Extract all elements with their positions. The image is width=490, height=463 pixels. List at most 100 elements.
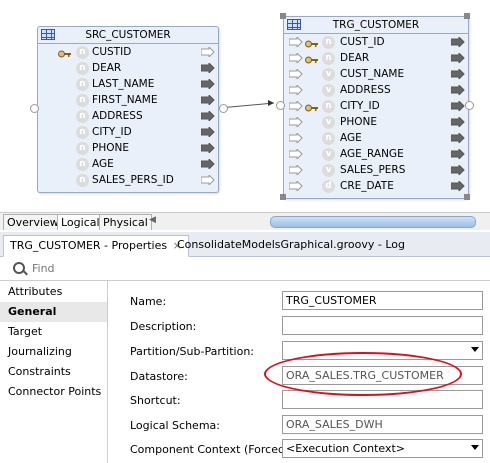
trg-attribute-row[interactable]: n AGE	[284, 130, 468, 146]
trg-attribute-row[interactable]: v AGE_RANGE	[284, 146, 468, 162]
output-arrow-icon[interactable]	[450, 35, 465, 49]
src-attribute-row[interactable]: n CITY_ID	[38, 124, 218, 140]
output-arrow-icon[interactable]	[450, 99, 465, 113]
nav-target[interactable]: Target	[0, 322, 107, 342]
src-attribute-row[interactable]: n ADDRESS	[38, 108, 218, 124]
find-bar[interactable]: Find	[0, 258, 490, 281]
output-arrow-icon[interactable]	[450, 83, 465, 97]
description-field[interactable]	[282, 316, 483, 335]
src-attribute-row[interactable]: n DEAR	[38, 60, 218, 76]
key-icon	[305, 54, 318, 64]
find-input[interactable]: Find	[32, 262, 55, 275]
output-arrow-icon[interactable]	[200, 141, 215, 155]
scroll-left-icon[interactable]: ◀	[149, 215, 156, 225]
trg-left-port[interactable]	[276, 101, 285, 110]
src-attribute-row[interactable]: n LAST_NAME	[38, 76, 218, 92]
component-context-select[interactable]: <Execution Context>	[282, 439, 483, 458]
trg-attribute-row[interactable]: d CRE_DATE	[284, 178, 468, 194]
tab-log[interactable]: ConsolidateModelsGraphical.groovy - Log	[171, 235, 411, 255]
output-arrow-icon[interactable]	[450, 131, 465, 145]
src-left-port[interactable]	[30, 104, 39, 113]
selection-handle[interactable]	[280, 194, 286, 200]
src-customer-entity[interactable]: SRC_CUSTOMER n CUSTID n DEAR n LAST_NAME n FIRS…	[37, 26, 219, 193]
input-arrow-icon[interactable]	[288, 67, 303, 82]
trg-attribute-row[interactable]: n CITY_ID	[284, 98, 468, 114]
trg-attribute-row[interactable]: n CUST_ID	[284, 34, 468, 50]
search-icon	[13, 262, 25, 274]
attribute-name: CRE_DATE	[340, 180, 394, 192]
trg-entity-title: TRG_CUSTOMER	[332, 19, 420, 31]
input-arrow-icon[interactable]	[288, 115, 303, 130]
output-arrow-icon[interactable]	[450, 163, 465, 177]
src-entity-title: SRC_CUSTOMER	[85, 29, 171, 41]
trg-right-port[interactable]	[465, 101, 474, 110]
nav-attributes[interactable]: Attributes	[0, 282, 107, 302]
description-label: Description:	[130, 320, 197, 333]
input-arrow-icon[interactable]	[288, 179, 303, 194]
component-context-value: <Execution Context>	[286, 442, 406, 455]
output-arrow-icon[interactable]	[450, 51, 465, 65]
selection-handle[interactable]	[464, 13, 470, 19]
logical-schema-field[interactable]: ORA_SALES_DWH	[282, 415, 483, 434]
selection-handle[interactable]	[280, 13, 286, 19]
datatype-icon: n	[322, 100, 335, 113]
output-arrow-icon[interactable]	[450, 147, 465, 161]
attribute-name: CUST_NAME	[340, 68, 405, 80]
output-arrow-icon[interactable]	[450, 67, 465, 81]
output-arrow-icon[interactable]	[200, 173, 215, 187]
trg-customer-entity[interactable]: TRG_CUSTOMER n CUST_ID n DEAR v CUST_NAME v ADD…	[283, 16, 469, 199]
output-arrow-icon[interactable]	[200, 77, 215, 91]
trg-attribute-row[interactable]: v ADDRESS	[284, 82, 468, 98]
src-attribute-row[interactable]: n AGE	[38, 156, 218, 172]
src-attribute-row[interactable]: n SALES_PERS_ID	[38, 172, 218, 188]
datatype-icon: v	[322, 84, 335, 97]
src-attribute-row[interactable]: n FIRST_NAME	[38, 92, 218, 108]
attribute-name: ADDRESS	[340, 84, 391, 96]
nav-general[interactable]: General	[0, 302, 107, 322]
output-arrow-icon[interactable]	[200, 45, 215, 59]
input-arrow-icon[interactable]	[288, 35, 303, 50]
nav-journalizing[interactable]: Journalizing	[0, 342, 107, 362]
src-attribute-row[interactable]: n PHONE	[38, 140, 218, 156]
tab-logical[interactable]: Logical	[57, 214, 104, 230]
name-field[interactable]: TRG_CUSTOMER	[282, 291, 483, 310]
datatype-icon: v	[322, 116, 335, 129]
chevron-down-icon[interactable]	[471, 347, 479, 352]
nav-constraints[interactable]: Constraints	[0, 362, 107, 382]
chevron-down-icon[interactable]	[471, 445, 479, 450]
key-icon	[58, 48, 71, 58]
input-arrow-icon[interactable]	[288, 147, 303, 162]
trg-attribute-row[interactable]: v SALES_PERS	[284, 162, 468, 178]
datatype-icon: n	[322, 52, 335, 65]
output-arrow-icon[interactable]	[200, 93, 215, 107]
input-arrow-icon[interactable]	[288, 99, 303, 114]
mapping-canvas[interactable]: SRC_CUSTOMER n CUSTID n DEAR n LAST_NAME n FIRS…	[0, 0, 490, 212]
trg-attribute-row[interactable]: n DEAR	[284, 50, 468, 66]
output-arrow-icon[interactable]	[200, 109, 215, 123]
key-icon	[305, 102, 318, 112]
src-right-port[interactable]	[219, 104, 228, 113]
input-arrow-icon[interactable]	[288, 131, 303, 146]
output-arrow-icon[interactable]	[450, 115, 465, 129]
attribute-name: DEAR	[340, 52, 370, 64]
output-arrow-icon[interactable]	[200, 125, 215, 139]
src-entity-header[interactable]: SRC_CUSTOMER	[38, 27, 218, 44]
trg-attribute-row[interactable]: v PHONE	[284, 114, 468, 130]
output-arrow-icon[interactable]	[450, 179, 465, 193]
output-arrow-icon[interactable]	[200, 157, 215, 171]
selection-handle[interactable]	[464, 194, 470, 200]
tab-physical[interactable]: Physical	[99, 214, 152, 230]
trg-entity-header[interactable]: TRG_CUSTOMER	[284, 17, 468, 34]
horizontal-scrollbar[interactable]	[270, 216, 476, 228]
src-attribute-row[interactable]: n CUSTID	[38, 44, 218, 60]
tab-overview[interactable]: Overview	[3, 214, 63, 230]
datatype-icon: v	[322, 68, 335, 81]
logical-schema-label: Logical Schema:	[130, 419, 220, 432]
input-arrow-icon[interactable]	[288, 51, 303, 66]
output-arrow-icon[interactable]	[200, 61, 215, 75]
tab-properties[interactable]: TRG_CUSTOMER - Properties ×	[3, 235, 189, 257]
input-arrow-icon[interactable]	[288, 163, 303, 178]
trg-attribute-row[interactable]: v CUST_NAME	[284, 66, 468, 82]
input-arrow-icon[interactable]	[288, 83, 303, 98]
nav-connector-points[interactable]: Connector Points	[0, 382, 107, 402]
